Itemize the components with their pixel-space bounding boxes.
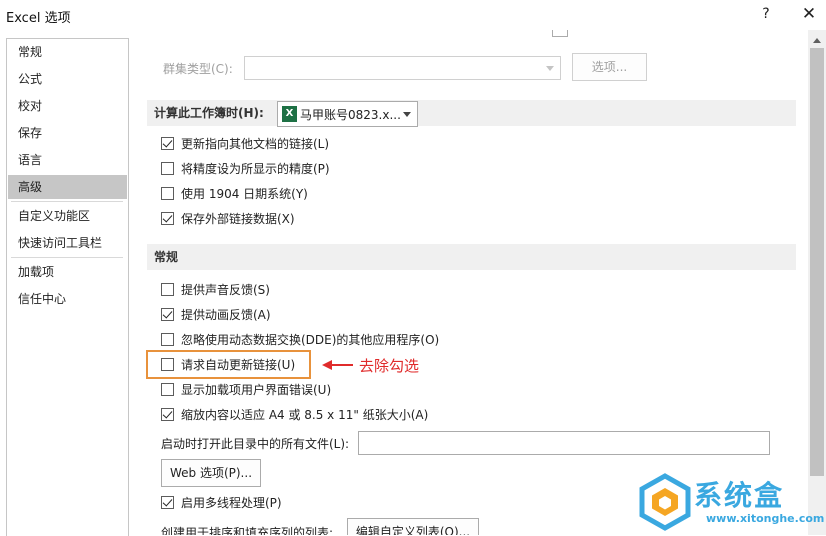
checkbox[interactable] [161,137,174,150]
sidebar-item-formulas[interactable]: 公式 [8,67,127,91]
annotation-arrow [331,364,353,366]
chevron-down-icon [546,66,554,71]
excel-icon: X [282,106,297,122]
close-button[interactable]: ✕ [796,2,822,26]
workbook-name: 马甲账号0823.x... [300,108,401,122]
checkbox[interactable] [161,187,174,200]
option-label: 显示加载项用户界面错误(U) [181,383,332,397]
sidebar-item-customize-ribbon[interactable]: 自定义功能区 [8,204,127,228]
cluster-type-label: 群集类型(C): [163,62,233,76]
advanced-options-panel: 群集类型(C): 选项... 计算此工作簿时(H): X 马甲账号0823.x.… [132,30,808,535]
checkbox[interactable] [161,333,174,346]
scrollbar-thumb[interactable] [810,48,824,476]
sidebar-item-quick-access-toolbar[interactable]: 快速访问工具栏 [8,231,127,255]
options-sidebar: 常规 公式 校对 保存 语言 高级 自定义功能区 快速访问工具栏 加载项 信任中… [6,38,129,536]
sidebar-item-language[interactable]: 语言 [8,148,127,172]
watermark: 系统盒 www.xitonghe.com [636,472,825,532]
checkbox[interactable] [161,308,174,321]
checkbox[interactable] [161,496,174,509]
sidebar-item-proofing[interactable]: 校对 [8,94,127,118]
option-label: 提供动画反馈(A) [181,308,271,322]
scroll-up-arrow-icon[interactable] [813,38,821,43]
option-label: 更新指向其他文档的链接(L) [181,137,330,151]
sidebar-item-advanced[interactable]: 高级 [8,175,127,199]
option-label: 启用多线程处理(P) [181,496,282,510]
sidebar-item-trust-center[interactable]: 信任中心 [8,287,127,311]
web-options-button[interactable]: Web 选项(P)... [161,459,261,487]
sidebar-divider [11,201,123,202]
chevron-down-icon [403,112,411,117]
annotation-highlight-box [146,350,311,379]
startup-folder-input[interactable] [358,431,770,455]
watermark-logo-icon [639,473,691,531]
vertical-scrollbar[interactable] [808,30,826,535]
edit-custom-lists-button[interactable]: 编辑自定义列表(O)... [347,518,479,535]
option-label: 将精度设为所显示的精度(P) [181,162,330,176]
title-bar: Excel 选项 ? ✕ [0,0,826,30]
calc-workbook-header: 计算此工作簿时(H): [147,100,796,126]
option-label: 使用 1904 日期系统(Y) [181,187,308,201]
checkbox[interactable] [161,383,174,396]
cluster-type-dropdown[interactable] [244,56,561,80]
sidebar-divider [11,257,123,258]
watermark-title: 系统盒 [694,479,785,512]
option-label: 缩放内容以适应 A4 或 8.5 x 11" 纸张大小(A) [181,408,429,422]
general-section-header: 常规 [147,244,796,270]
option-label: 提供声音反馈(S) [181,283,270,297]
workbook-dropdown[interactable]: X 马甲账号0823.x... [277,101,418,127]
calc-workbook-label: 计算此工作簿时(H): [154,106,264,120]
window-title: Excel 选项 [6,11,71,26]
checkbox[interactable] [161,162,174,175]
arrow-left-icon [322,360,332,370]
option-label: 保存外部链接数据(X) [181,212,295,226]
startup-folder-label: 启动时打开此目录中的所有文件(L): [161,437,350,451]
sidebar-item-save[interactable]: 保存 [8,121,127,145]
annotation-text: 去除勾选 [359,357,420,375]
sidebar-item-general[interactable]: 常规 [8,40,127,64]
custom-list-label: 创建用于排序和填充序列的列表: [161,526,334,535]
cluster-options-button[interactable]: 选项... [572,53,647,81]
help-button[interactable]: ? [756,4,776,24]
checkbox[interactable] [161,212,174,225]
cut-off-control [552,30,568,37]
sidebar-item-add-ins[interactable]: 加载项 [8,260,127,284]
checkbox[interactable] [161,408,174,421]
checkbox[interactable] [161,283,174,296]
option-label: 忽略使用动态数据交换(DDE)的其他应用程序(O) [181,333,440,347]
watermark-url: www.xitonghe.com [706,512,825,525]
